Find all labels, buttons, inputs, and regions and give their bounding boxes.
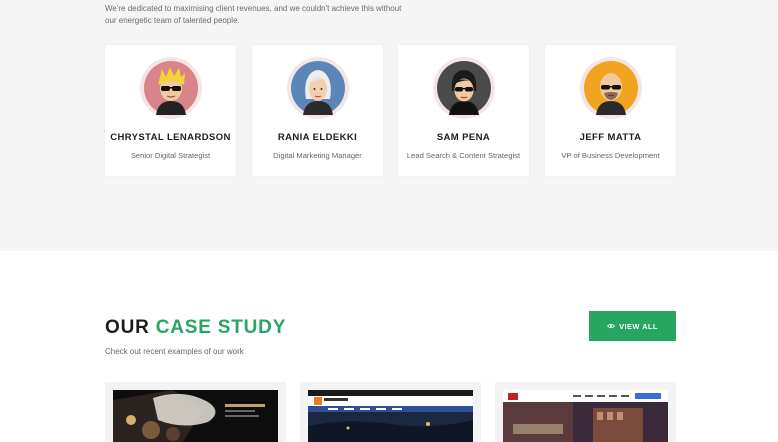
team-member-card[interactable]: SAM PENA Lead Search & Content Strategis… bbox=[398, 45, 529, 176]
member-role: VP of Business Development bbox=[561, 151, 660, 160]
member-name: JEFF MATTA bbox=[579, 132, 642, 143]
member-name: SAM PENA bbox=[436, 132, 491, 143]
team-intro-text: We're dedicated to maximising client rev… bbox=[105, 4, 402, 25]
team-member-card[interactable]: JEFF MATTA VP of Business Development bbox=[545, 45, 676, 176]
avatar-bald-sunglasses-icon bbox=[584, 61, 638, 115]
case-study-card[interactable] bbox=[300, 382, 481, 442]
avatar bbox=[433, 57, 495, 119]
team-member-card[interactable]: CHRYSTAL LENARDSON Senior Digital Strate… bbox=[105, 45, 236, 176]
case-study-heading-accent: CASE STUDY bbox=[155, 317, 287, 338]
team-section: We're dedicated to maximising client rev… bbox=[0, 0, 778, 251]
member-role: Digital Marketing Manager bbox=[273, 151, 362, 160]
member-name: CHRYSTAL LENARDSON bbox=[110, 132, 231, 143]
case-study-thumbnail bbox=[503, 390, 668, 442]
avatar bbox=[287, 57, 349, 119]
avatar-white-hair-icon bbox=[291, 61, 345, 115]
avatar-dark-hair-sunglasses-icon bbox=[437, 61, 491, 115]
avatar-blonde-sunglasses-icon bbox=[144, 61, 198, 115]
team-member-card[interactable]: RANIA ELDEKKI Digital Marketing Manager bbox=[252, 45, 383, 176]
case-study-card[interactable] bbox=[495, 382, 676, 442]
case-study-heading-prefix: OUR bbox=[105, 317, 150, 338]
member-role: Lead Search & Content Strategist bbox=[406, 151, 521, 160]
case-study-card[interactable] bbox=[105, 382, 286, 442]
case-study-thumbnail bbox=[113, 390, 278, 442]
view-all-button[interactable]: VIEW ALL bbox=[589, 311, 676, 341]
avatar bbox=[140, 57, 202, 119]
case-study-heading: OUR CASE STUDY bbox=[105, 317, 286, 339]
view-all-label: VIEW ALL bbox=[619, 321, 658, 331]
member-role: Senior Digital Strategist bbox=[130, 151, 211, 160]
avatar bbox=[580, 57, 642, 119]
eye-icon bbox=[607, 323, 616, 329]
case-study-thumbnail bbox=[308, 390, 473, 442]
member-name: RANIA ELDEKKI bbox=[277, 132, 358, 143]
case-study-subtitle: Check out recent examples of our work bbox=[105, 347, 244, 356]
